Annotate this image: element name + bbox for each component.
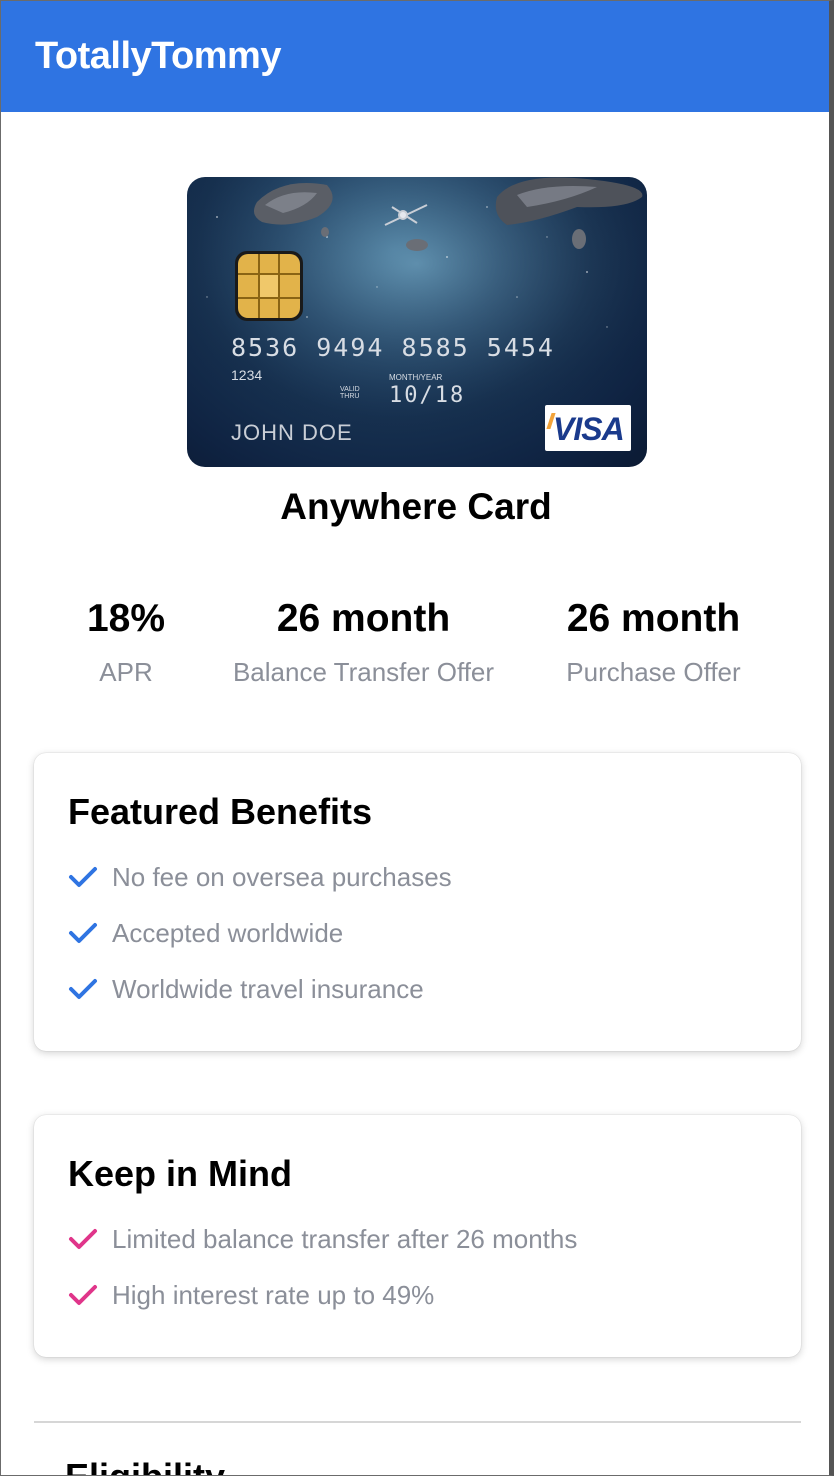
check-icon	[69, 1285, 97, 1305]
section-divider	[34, 1421, 801, 1423]
check-icon	[69, 1229, 97, 1249]
stat-value: 18%	[86, 597, 166, 640]
caution-text: Limited balance transfer after 26 months	[112, 1223, 578, 1254]
stat-label: Balance Transfer Offer	[232, 657, 495, 687]
card-number: 8536 9494 8585 5454	[231, 333, 555, 362]
eligibility-title: Eligibility	[65, 1456, 225, 1475]
stat-purchase-offer: 26 month Purchase Offer	[546, 597, 761, 688]
brand-logo[interactable]: TotallyTommy	[35, 35, 281, 78]
check-icon	[69, 923, 97, 943]
visa-logo: VISA	[545, 405, 631, 451]
caution-text: High interest rate up to 49%	[112, 1279, 435, 1310]
month-year-label: MONTH/YEAR	[389, 373, 443, 382]
stat-value: 26 month	[276, 597, 451, 640]
check-icon	[69, 979, 97, 999]
benefit-item: No fee on oversea purchases	[68, 860, 452, 894]
card-small-number: 1234	[231, 367, 263, 383]
card-title: Anywhere Card	[280, 486, 552, 527]
stat-balance-transfer: 26 month Balance Transfer Offer	[216, 597, 511, 688]
app-header: TotallyTommy	[1, 1, 829, 112]
benefit-text: Worldwide travel insurance	[112, 973, 424, 1004]
valid-thru-label: VALID THRU	[340, 386, 360, 400]
benefit-item: Accepted worldwide	[68, 916, 343, 950]
keep-in-mind-panel: Keep in Mind Limited balance transfer af…	[34, 1115, 801, 1357]
benefit-text: Accepted worldwide	[112, 917, 344, 948]
caution-item: Limited balance transfer after 26 months	[68, 1222, 577, 1256]
stat-apr: 18% APR	[61, 597, 191, 688]
featured-benefits-panel: Featured Benefits No fee on oversea purc…	[34, 753, 801, 1051]
caution-item: High interest rate up to 49%	[68, 1278, 434, 1312]
credit-card-image: 8536 9494 8585 5454 1234 VALID THRU MONT…	[187, 177, 647, 467]
benefit-text: No fee on oversea purchases	[112, 861, 452, 892]
card-holder-name: JOHN DOE	[231, 420, 353, 445]
stat-value: 26 month	[566, 597, 741, 640]
app-frame: TotallyTommy 8536 9494 8585 5454 1234 VA…	[0, 0, 834, 1476]
benefit-item: Worldwide travel insurance	[68, 972, 424, 1006]
visa-logo-text: VISA	[553, 411, 625, 447]
card-expiry: 10/18	[389, 383, 466, 408]
check-icon	[69, 867, 97, 887]
keep-in-mind-title: Keep in Mind	[68, 1153, 292, 1194]
stat-label: APR	[99, 657, 153, 687]
featured-benefits-title: Featured Benefits	[68, 791, 373, 832]
stat-label: Purchase Offer	[566, 657, 741, 687]
